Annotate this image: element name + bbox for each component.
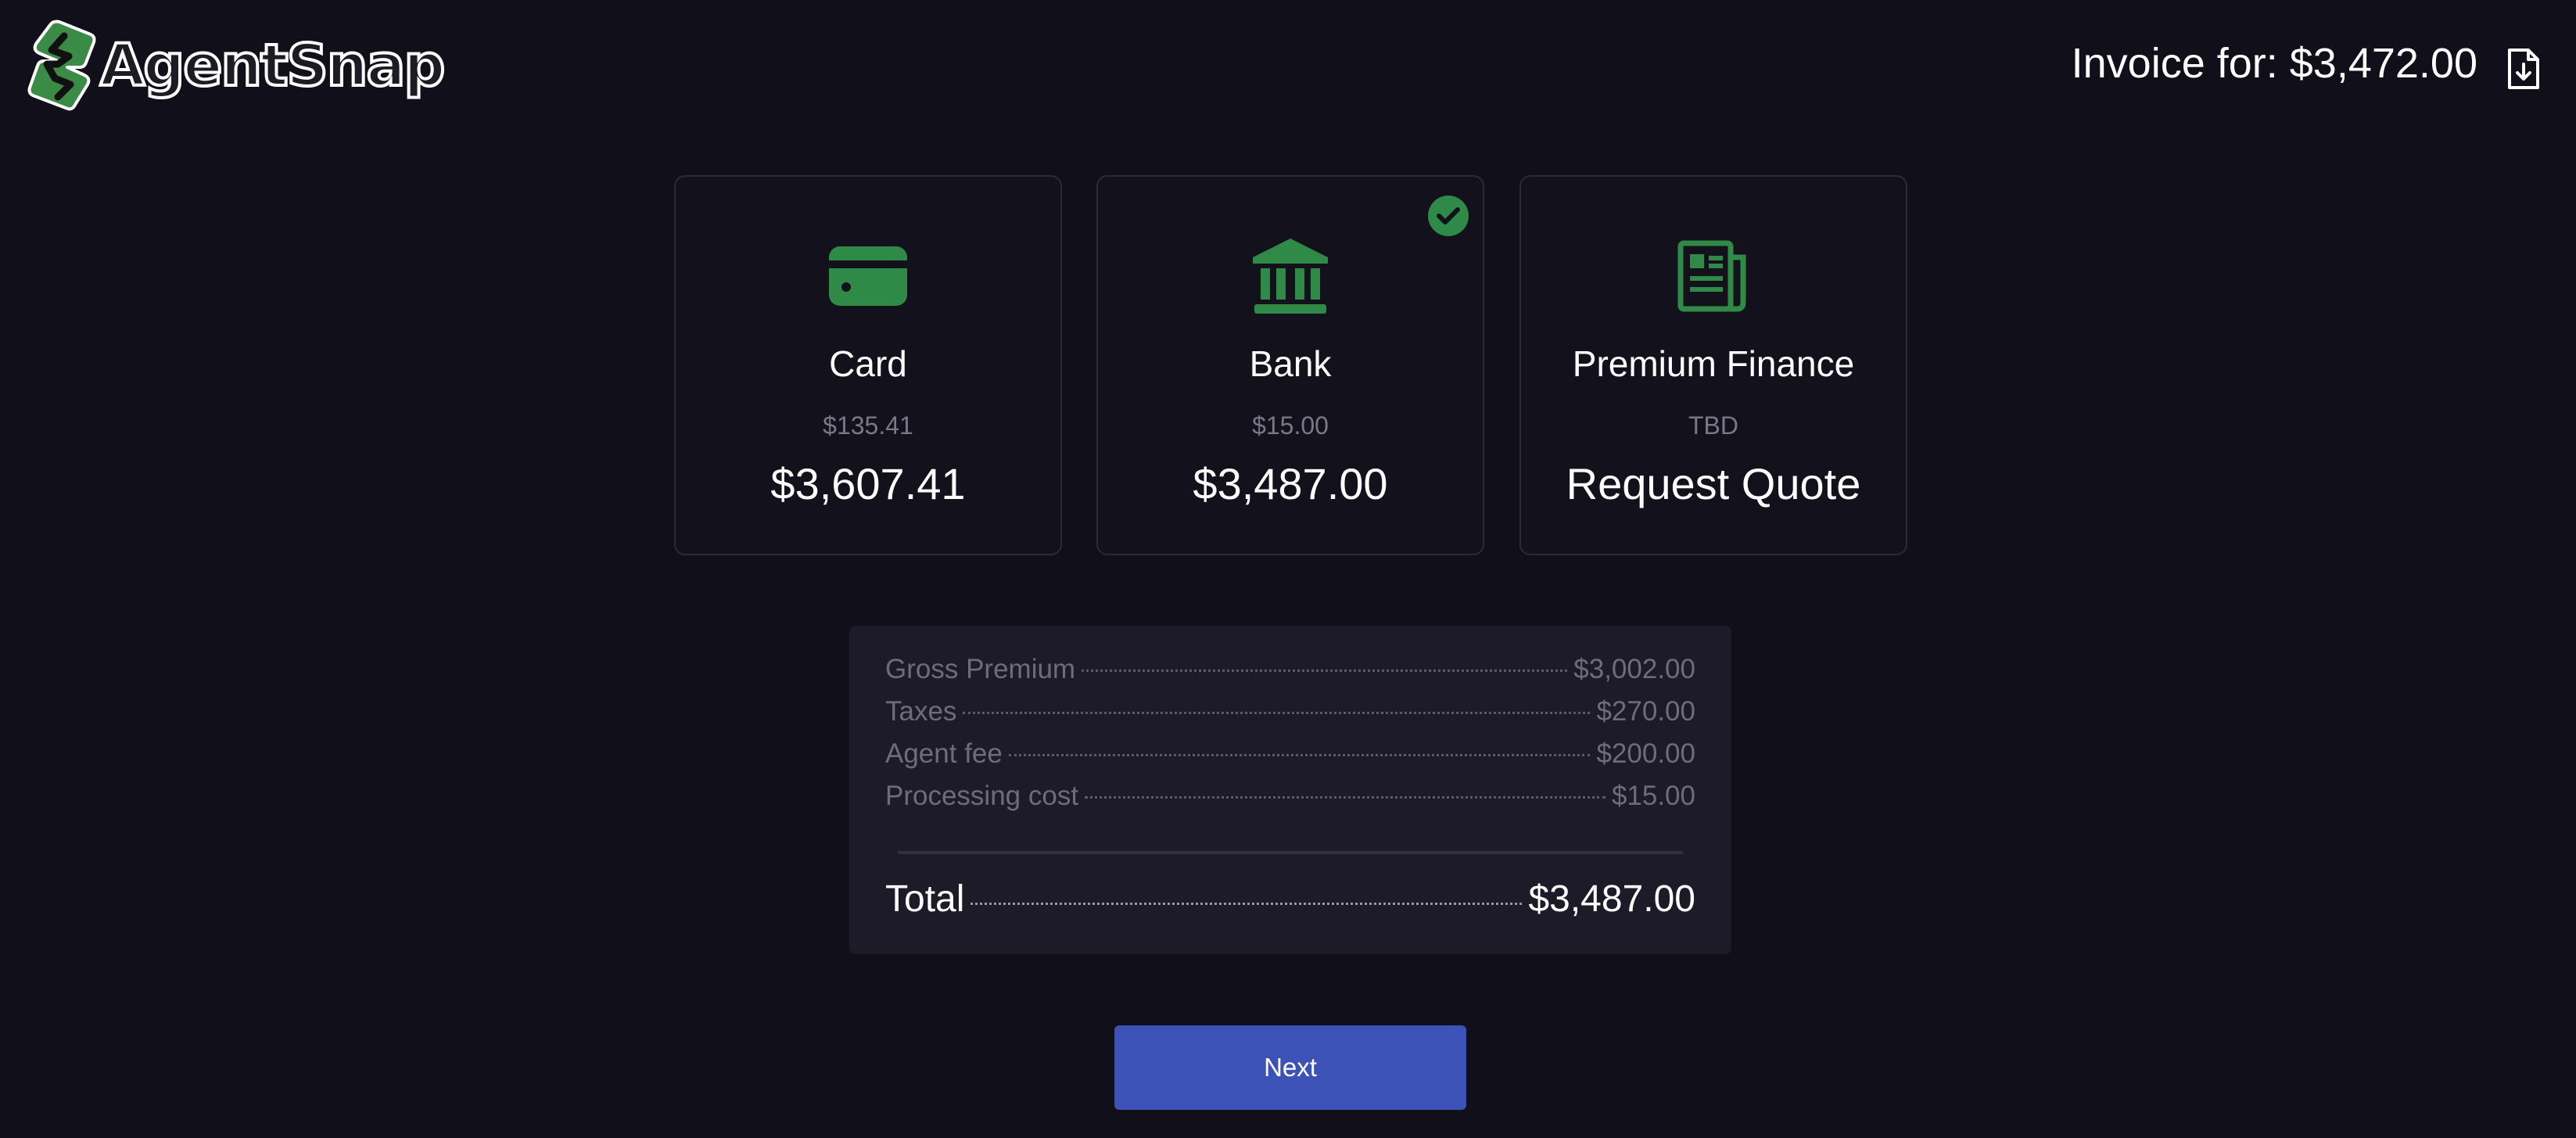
payment-option-amount: $3,607.41 (770, 459, 966, 508)
next-button[interactable]: Next (1114, 1025, 1466, 1110)
summary-row-processing-cost: Processing cost $15.00 (885, 781, 1695, 823)
payment-option-card[interactable]: Card $135.41 $3,607.41 (674, 175, 1062, 555)
payment-option-fee: $135.41 (823, 411, 913, 440)
summary-value: $15.00 (1611, 781, 1695, 811)
agentsnap-logo[interactable]: AgentSnap (23, 19, 447, 113)
request-quote-link[interactable]: Request Quote (1521, 458, 1906, 509)
summary-label: Taxes (885, 696, 957, 727)
invoice-summary: Gross Premium $3,002.00 Taxes $270.00 Ag… (849, 626, 1731, 954)
summary-value: $200.00 (1596, 738, 1695, 769)
dot-leader (1008, 754, 1591, 756)
summary-label: Gross Premium (885, 654, 1076, 684)
total-value: $3,487.00 (1528, 878, 1695, 920)
file-download-icon (2508, 48, 2539, 89)
lightning-bolt-icon (27, 20, 96, 111)
selected-check-icon (1428, 196, 1469, 236)
payment-option-fee: $15.00 (1252, 411, 1329, 440)
credit-card-icon (825, 233, 911, 319)
summary-label: Processing cost (885, 781, 1079, 811)
summary-row-gross-premium: Gross Premium $3,002.00 (885, 654, 1695, 696)
dot-leader (963, 712, 1591, 714)
dot-leader (970, 903, 1523, 905)
summary-value: $3,002.00 (1573, 654, 1695, 684)
payment-option-name: Card (829, 343, 907, 384)
bank-icon (1247, 233, 1333, 319)
summary-label: Agent fee (885, 738, 1003, 769)
summary-row-taxes: Taxes $270.00 (885, 696, 1695, 738)
total-label: Total (885, 878, 965, 920)
payment-option-bank[interactable]: Bank $15.00 $3,487.00 (1096, 175, 1484, 555)
invoice-title: Invoice for: $3,472.00 (2071, 40, 2477, 87)
payment-option-name: Premium Finance (1572, 343, 1855, 384)
dot-leader (1082, 670, 1568, 672)
payment-option-fee: TBD (1688, 411, 1738, 440)
payment-option-premium-finance[interactable]: Premium Finance TBD Request Quote (1519, 175, 1907, 555)
summary-row-agent-fee: Agent fee $200.00 (885, 738, 1695, 781)
brand-name: AgentSnap (99, 32, 447, 99)
summary-value: $270.00 (1596, 696, 1695, 727)
newspaper-icon (1670, 233, 1756, 319)
summary-row-total: Total $3,487.00 (885, 878, 1695, 932)
dot-leader (1085, 796, 1606, 799)
payment-option-name: Bank (1249, 343, 1332, 384)
payment-option-amount: $3,487.00 (1193, 459, 1388, 508)
download-invoice-button[interactable] (2501, 44, 2546, 94)
summary-divider (898, 851, 1683, 854)
